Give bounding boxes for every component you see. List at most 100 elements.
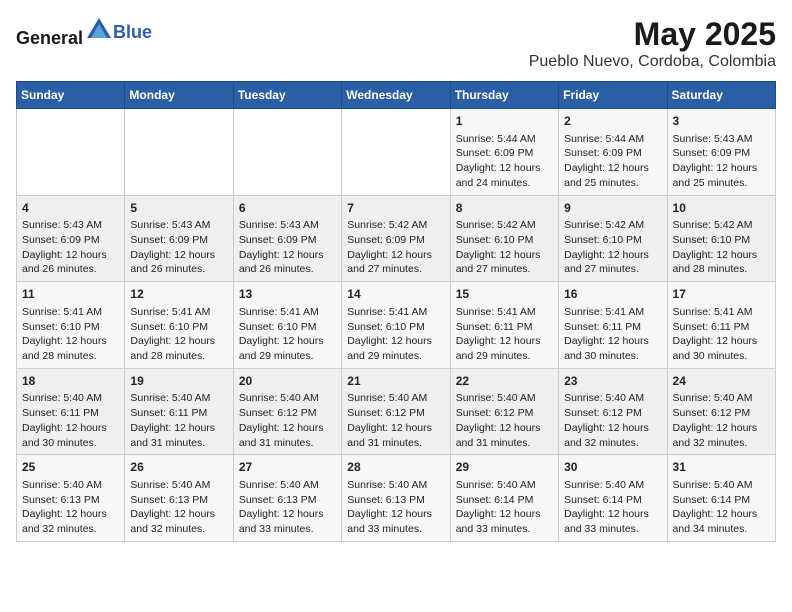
calendar-cell xyxy=(17,109,125,196)
sunrise-text: Sunrise: 5:40 AM xyxy=(347,479,427,491)
daylight-text: Daylight: 12 hours and 32 minutes. xyxy=(673,422,758,449)
sunset-text: Sunset: 6:11 PM xyxy=(130,407,207,419)
day-number: 30 xyxy=(564,459,661,476)
calendar-week-1: 1Sunrise: 5:44 AMSunset: 6:09 PMDaylight… xyxy=(17,109,776,196)
sunset-text: Sunset: 6:09 PM xyxy=(130,234,208,246)
daylight-text: Daylight: 12 hours and 25 minutes. xyxy=(564,162,649,189)
daylight-text: Daylight: 12 hours and 32 minutes. xyxy=(22,508,107,535)
daylight-text: Daylight: 12 hours and 31 minutes. xyxy=(456,422,541,449)
weekday-header-saturday: Saturday xyxy=(667,82,775,109)
daylight-text: Daylight: 12 hours and 32 minutes. xyxy=(130,508,215,535)
sunset-text: Sunset: 6:11 PM xyxy=(456,321,533,333)
day-number: 21 xyxy=(347,373,444,390)
sunrise-text: Sunrise: 5:40 AM xyxy=(456,392,536,404)
sunrise-text: Sunrise: 5:41 AM xyxy=(456,306,536,318)
weekday-header-thursday: Thursday xyxy=(450,82,558,109)
calendar-week-4: 18Sunrise: 5:40 AMSunset: 6:11 PMDayligh… xyxy=(17,368,776,455)
sunset-text: Sunset: 6:14 PM xyxy=(456,494,534,506)
calendar-cell: 22Sunrise: 5:40 AMSunset: 6:12 PMDayligh… xyxy=(450,368,558,455)
sunset-text: Sunset: 6:13 PM xyxy=(22,494,100,506)
sunset-text: Sunset: 6:12 PM xyxy=(564,407,642,419)
calendar-cell xyxy=(233,109,341,196)
calendar-cell: 4 Sunrise: 5:43 AM Sunset: 6:09 PM Daylight… xyxy=(17,195,125,282)
day-number: 28 xyxy=(347,459,444,476)
sunset-text: Sunset: 6:10 PM xyxy=(347,321,425,333)
calendar-cell: 19Sunrise: 5:40 AMSunset: 6:11 PMDayligh… xyxy=(125,368,233,455)
calendar-cell: 2 Sunrise: 5:44 AM Sunset: 6:09 PM Daylight… xyxy=(559,109,667,196)
logo-blue-text: Blue xyxy=(113,22,152,42)
sunrise-text: Sunrise: 5:43 AM xyxy=(22,219,102,231)
location-title: Pueblo Nuevo, Cordoba, Colombia xyxy=(529,53,776,71)
sunrise-text: Sunrise: 5:42 AM xyxy=(564,219,644,231)
calendar-cell: 17Sunrise: 5:41 AMSunset: 6:11 PMDayligh… xyxy=(667,282,775,369)
daylight-text: Daylight: 12 hours and 32 minutes. xyxy=(564,422,649,449)
sunset-text: Sunset: 6:14 PM xyxy=(673,494,751,506)
day-number: 5 xyxy=(130,200,227,217)
daylight-text: Daylight: 12 hours and 28 minutes. xyxy=(673,249,758,276)
day-number: 6 xyxy=(239,200,336,217)
day-number: 4 xyxy=(22,200,119,217)
daylight-text: Daylight: 12 hours and 30 minutes. xyxy=(673,335,758,362)
calendar-cell: 29Sunrise: 5:40 AMSunset: 6:14 PMDayligh… xyxy=(450,455,558,542)
sunset-text: Sunset: 6:09 PM xyxy=(239,234,317,246)
sunrise-text: Sunrise: 5:42 AM xyxy=(347,219,427,231)
day-number: 3 xyxy=(673,113,770,130)
calendar-cell: 3Sunrise: 5:43 AMSunset: 6:09 PMDaylight… xyxy=(667,109,775,196)
sunset-text: Sunset: 6:09 PM xyxy=(564,147,642,159)
day-number: 8 xyxy=(456,200,553,217)
sunset-text: Sunset: 6:14 PM xyxy=(564,494,642,506)
sunset-text: Sunset: 6:12 PM xyxy=(347,407,425,419)
day-number: 20 xyxy=(239,373,336,390)
calendar-cell: 11Sunrise: 5:41 AMSunset: 6:10 PMDayligh… xyxy=(17,282,125,369)
sunset-text: Sunset: 6:10 PM xyxy=(130,321,208,333)
day-number: 19 xyxy=(130,373,227,390)
day-number: 12 xyxy=(130,286,227,303)
sunrise-text: Sunrise: 5:44 AM xyxy=(456,133,536,145)
sunrise-text: Sunrise: 5:42 AM xyxy=(673,219,753,231)
sunset-text: Sunset: 6:09 PM xyxy=(347,234,425,246)
logo-icon xyxy=(85,16,113,44)
header: General Blue May 2025 Pueblo Nuevo, Cord… xyxy=(16,16,776,71)
sunset-text: Sunset: 6:09 PM xyxy=(22,234,100,246)
calendar-cell: 13Sunrise: 5:41 AMSunset: 6:10 PMDayligh… xyxy=(233,282,341,369)
calendar-cell: 15Sunrise: 5:41 AMSunset: 6:11 PMDayligh… xyxy=(450,282,558,369)
calendar-cell: 21Sunrise: 5:40 AMSunset: 6:12 PMDayligh… xyxy=(342,368,450,455)
day-number: 25 xyxy=(22,459,119,476)
calendar-cell: 18Sunrise: 5:40 AMSunset: 6:11 PMDayligh… xyxy=(17,368,125,455)
daylight-text: Daylight: 12 hours and 30 minutes. xyxy=(564,335,649,362)
day-number: 16 xyxy=(564,286,661,303)
daylight-text: Daylight: 12 hours and 33 minutes. xyxy=(456,508,541,535)
daylight-text: Daylight: 12 hours and 26 minutes. xyxy=(22,249,107,276)
sunset-text: Sunset: 6:12 PM xyxy=(673,407,751,419)
daylight-text: Daylight: 12 hours and 27 minutes. xyxy=(456,249,541,276)
calendar-cell: 23Sunrise: 5:40 AMSunset: 6:12 PMDayligh… xyxy=(559,368,667,455)
day-number: 10 xyxy=(673,200,770,217)
daylight-text: Daylight: 12 hours and 33 minutes. xyxy=(239,508,324,535)
calendar-cell: 27Sunrise: 5:40 AMSunset: 6:13 PMDayligh… xyxy=(233,455,341,542)
sunrise-text: Sunrise: 5:43 AM xyxy=(130,219,210,231)
daylight-text: Daylight: 12 hours and 24 minutes. xyxy=(456,162,541,189)
calendar-cell: 6Sunrise: 5:43 AMSunset: 6:09 PMDaylight… xyxy=(233,195,341,282)
daylight-text: Daylight: 12 hours and 31 minutes. xyxy=(130,422,215,449)
daylight-text: Daylight: 12 hours and 33 minutes. xyxy=(347,508,432,535)
daylight-text: Daylight: 12 hours and 31 minutes. xyxy=(347,422,432,449)
calendar-cell: 26Sunrise: 5:40 AMSunset: 6:13 PMDayligh… xyxy=(125,455,233,542)
sunset-text: Sunset: 6:10 PM xyxy=(22,321,100,333)
calendar-week-2: 4 Sunrise: 5:43 AM Sunset: 6:09 PM Daylight… xyxy=(17,195,776,282)
calendar-cell: 12 Sunrise: 5:41 AM Sunset: 6:10 PM Dayligh… xyxy=(125,282,233,369)
sunrise-text: Sunrise: 5:40 AM xyxy=(564,479,644,491)
daylight-text: Daylight: 12 hours and 28 minutes. xyxy=(130,335,215,362)
sunrise-text: Sunrise: 5:41 AM xyxy=(239,306,319,318)
daylight-text: Daylight: 12 hours and 27 minutes. xyxy=(347,249,432,276)
sunrise-text: Sunrise: 5:42 AM xyxy=(456,219,536,231)
sunset-text: Sunset: 6:11 PM xyxy=(564,321,641,333)
sunset-text: Sunset: 6:13 PM xyxy=(130,494,208,506)
sunrise-text: Sunrise: 5:41 AM xyxy=(130,306,210,318)
calendar-cell: 14Sunrise: 5:41 AMSunset: 6:10 PMDayligh… xyxy=(342,282,450,369)
sunset-text: Sunset: 6:11 PM xyxy=(673,321,750,333)
day-number: 11 xyxy=(22,286,119,303)
day-number: 2 xyxy=(564,113,661,130)
calendar-cell: 31Sunrise: 5:40 AMSunset: 6:14 PMDayligh… xyxy=(667,455,775,542)
sunrise-text: Sunrise: 5:44 AM xyxy=(564,133,644,145)
sunrise-text: Sunrise: 5:41 AM xyxy=(564,306,644,318)
